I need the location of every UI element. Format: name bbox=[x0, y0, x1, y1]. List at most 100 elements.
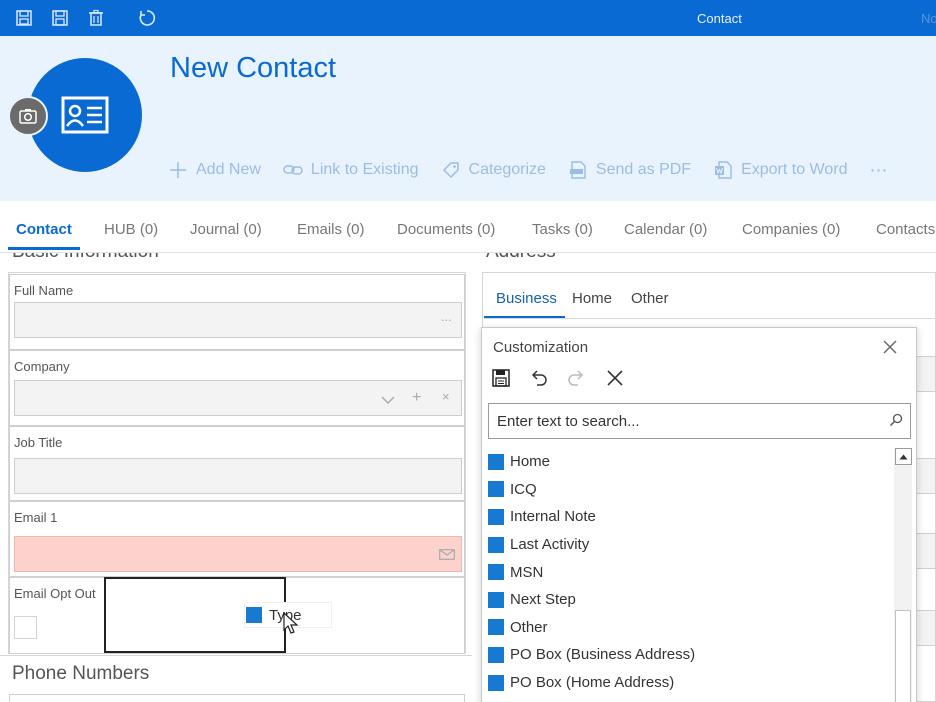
header-actions: Add New Link to Existing Categorize Send… bbox=[168, 158, 888, 182]
tab-journal[interactable]: Journal (0) bbox=[190, 221, 262, 238]
more-actions-button[interactable]: ⋯ bbox=[869, 160, 888, 181]
list-scrollbar[interactable] bbox=[894, 448, 912, 702]
field-square-icon bbox=[488, 674, 504, 691]
send-as-pdf-button[interactable]: Send as PDF bbox=[568, 160, 691, 180]
field-square-icon bbox=[488, 508, 504, 525]
cancel-changes-icon[interactable] bbox=[604, 367, 626, 389]
add-new-button[interactable]: Add New bbox=[168, 160, 261, 180]
plus-icon bbox=[168, 160, 188, 180]
address-input-edge[interactable] bbox=[916, 458, 936, 494]
link-icon bbox=[283, 160, 303, 180]
tab-contact[interactable]: Contact bbox=[16, 221, 72, 238]
field-square-icon bbox=[488, 646, 504, 663]
mouse-pointer-icon bbox=[283, 612, 299, 634]
customization-title: Customization bbox=[493, 339, 589, 356]
email-opt-out-checkbox[interactable] bbox=[14, 616, 37, 639]
address-input-edge[interactable] bbox=[916, 356, 936, 392]
email-1-input[interactable] bbox=[14, 536, 462, 572]
record-header: New Contact Add New Link to Existing Cat… bbox=[0, 36, 936, 201]
close-icon[interactable] bbox=[880, 337, 900, 357]
full-name-label: Full Name bbox=[14, 283, 74, 298]
user-name-partial[interactable]: No bbox=[921, 11, 936, 26]
send-as-pdf-label: Send as PDF bbox=[595, 161, 692, 178]
field-square-icon bbox=[488, 619, 504, 636]
field-square-icon bbox=[246, 607, 262, 623]
categorize-button[interactable]: Categorize bbox=[441, 160, 546, 180]
list-item[interactable]: PO Box (Home Address) bbox=[488, 669, 892, 697]
camera-icon bbox=[19, 109, 37, 124]
company-label: Company bbox=[14, 359, 70, 374]
company-add-button[interactable]: + bbox=[412, 389, 421, 407]
scroll-up-button[interactable] bbox=[895, 448, 912, 465]
customization-search bbox=[488, 403, 911, 439]
customization-dialog: Customization Home ICQ Internal Note Las… bbox=[481, 327, 917, 702]
search-icon[interactable] bbox=[889, 413, 903, 432]
categorize-label: Categorize bbox=[468, 161, 546, 178]
link-to-existing-label: Link to Existing bbox=[310, 161, 419, 178]
window-title: Contact bbox=[697, 11, 742, 26]
record-tabs: Contact HUB (0) Journal (0) Emails (0) D… bbox=[0, 201, 936, 253]
link-to-existing-button[interactable]: Link to Existing bbox=[283, 160, 419, 180]
company-input[interactable]: + × bbox=[14, 380, 462, 416]
chevron-up-icon bbox=[899, 454, 908, 459]
undo-icon[interactable] bbox=[528, 367, 550, 389]
save-close-icon[interactable] bbox=[50, 8, 70, 28]
mail-icon[interactable] bbox=[439, 548, 455, 563]
pdf-icon bbox=[568, 160, 588, 180]
list-item[interactable]: ICQ bbox=[488, 476, 892, 504]
address-input-edge[interactable] bbox=[916, 610, 936, 646]
field-square-icon bbox=[488, 481, 504, 498]
tab-documents[interactable]: Documents (0) bbox=[397, 221, 495, 238]
full-name-expand-button[interactable]: ... bbox=[441, 309, 452, 324]
company-clear-button[interactable]: × bbox=[442, 389, 450, 404]
tab-emails[interactable]: Emails (0) bbox=[297, 221, 365, 238]
scrollbar-thumb[interactable] bbox=[895, 610, 911, 702]
job-title-label: Job Title bbox=[14, 435, 63, 450]
refresh-icon[interactable] bbox=[137, 8, 157, 28]
chevron-down-icon[interactable] bbox=[381, 393, 395, 408]
address-tab-business[interactable]: Business bbox=[496, 290, 557, 307]
field-square-icon bbox=[488, 564, 504, 581]
address-input-edge[interactable] bbox=[916, 533, 936, 569]
basic-information-heading: Basic Information bbox=[12, 253, 159, 263]
save-icon[interactable] bbox=[14, 8, 34, 28]
full-name-input[interactable]: ... bbox=[14, 302, 462, 338]
list-item[interactable]: Home bbox=[488, 448, 892, 476]
contact-card-icon bbox=[61, 96, 109, 134]
field-square-icon bbox=[488, 453, 504, 470]
change-photo-button[interactable] bbox=[8, 96, 48, 136]
section-heading-strip: Basic Information Address bbox=[0, 253, 936, 265]
tab-companies[interactable]: Companies (0) bbox=[742, 221, 840, 238]
page-title: New Contact bbox=[170, 52, 337, 84]
phone-numbers-heading: Phone Numbers bbox=[12, 663, 150, 684]
list-item[interactable]: Last Activity bbox=[488, 531, 892, 559]
tag-icon bbox=[441, 160, 461, 180]
tab-tasks[interactable]: Tasks (0) bbox=[532, 221, 593, 238]
company-field: Company + × bbox=[9, 350, 465, 426]
field-square-icon bbox=[488, 591, 504, 608]
hidden-fields-list: Home ICQ Internal Note Last Activity MSN… bbox=[488, 448, 892, 696]
title-bar: Contact No bbox=[0, 0, 936, 36]
list-item[interactable]: Next Step bbox=[488, 586, 892, 614]
address-tab-home[interactable]: Home bbox=[572, 290, 612, 307]
save-layout-icon[interactable] bbox=[490, 367, 512, 389]
customization-search-input[interactable] bbox=[489, 404, 879, 438]
phone-field-edge bbox=[9, 694, 465, 702]
list-item[interactable]: Other bbox=[488, 614, 892, 642]
active-tab-indicator bbox=[8, 247, 80, 250]
delete-icon[interactable] bbox=[86, 8, 106, 28]
tab-hub[interactable]: HUB (0) bbox=[104, 221, 158, 238]
tab-calendar[interactable]: Calendar (0) bbox=[624, 221, 707, 238]
address-tab-other[interactable]: Other bbox=[631, 290, 669, 307]
tab-contacts[interactable]: Contacts bbox=[876, 221, 935, 238]
redo-icon[interactable] bbox=[565, 367, 587, 389]
word-icon bbox=[713, 160, 733, 180]
list-item[interactable]: MSN bbox=[488, 558, 892, 586]
list-item[interactable]: PO Box (Business Address) bbox=[488, 641, 892, 669]
email-opt-out-label: Email Opt Out bbox=[14, 586, 96, 601]
export-to-word-button[interactable]: Export to Word bbox=[713, 160, 847, 180]
full-name-field: Full Name ... bbox=[9, 274, 465, 350]
email-1-field: Email 1 bbox=[9, 501, 465, 577]
job-title-input[interactable] bbox=[14, 458, 462, 494]
list-item[interactable]: Internal Note bbox=[488, 503, 892, 531]
